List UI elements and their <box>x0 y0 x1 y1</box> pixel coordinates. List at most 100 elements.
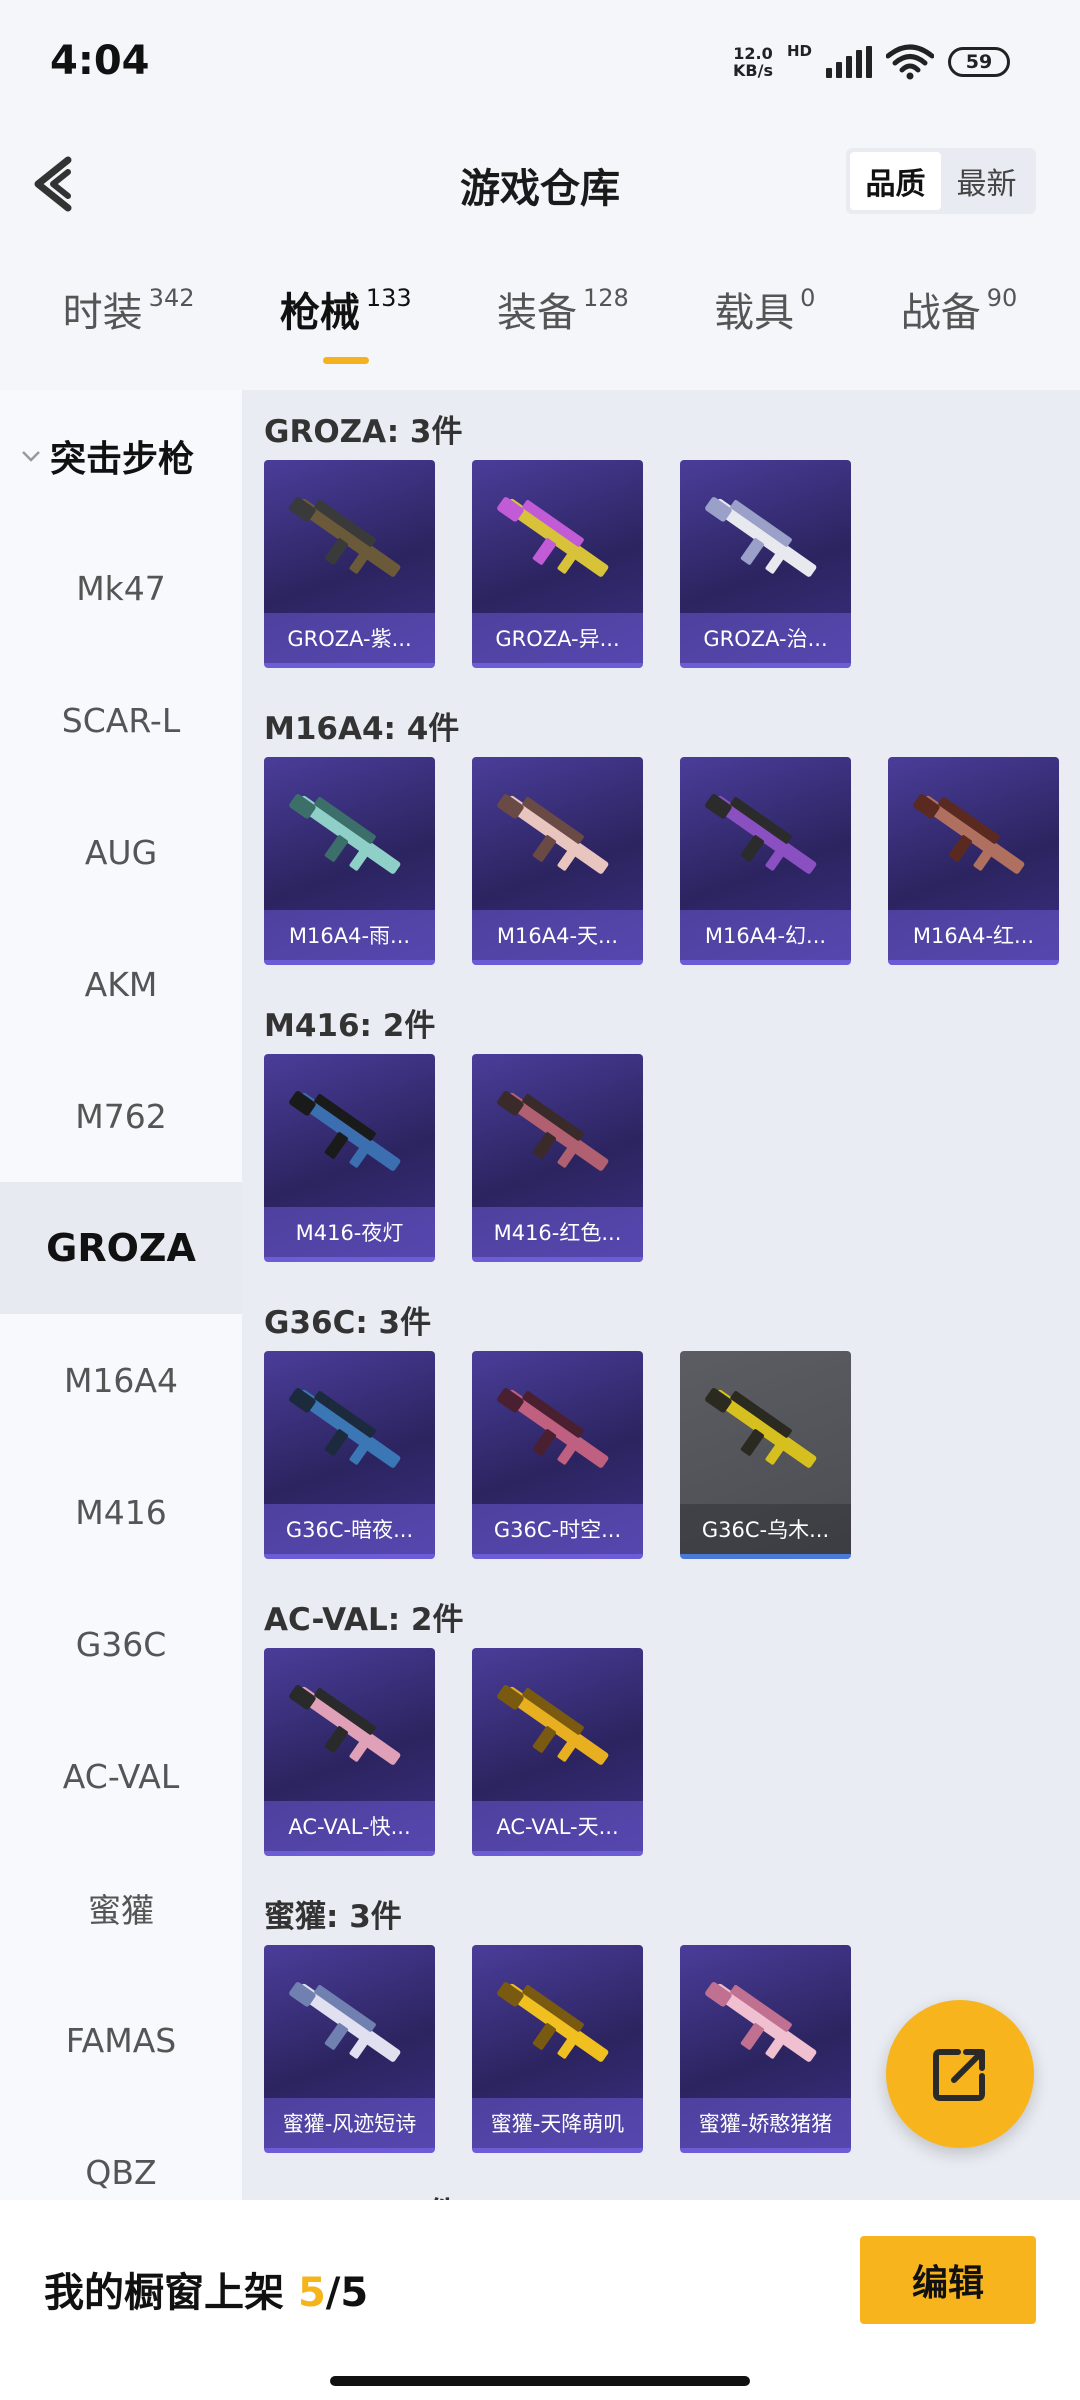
weapon-card-label: M16A4-幻... <box>680 910 851 960</box>
weapon-card-label: M416-红色... <box>472 1207 643 1257</box>
weapon-card[interactable]: G36C-乌木... <box>680 1351 851 1559</box>
bottom-bar: 我的橱窗上架 5/5 编辑 <box>0 2200 1080 2400</box>
battery-icon: 59 <box>948 47 1010 77</box>
tab-equipment[interactable]: 装备 128 <box>497 280 629 390</box>
status-icons: 12.0 KB/s HD 59 <box>733 42 1010 80</box>
tab-vehicles[interactable]: 载具 0 <box>714 280 815 390</box>
wifi-icon <box>886 44 934 80</box>
weapon-card-label: G36C-暗夜... <box>264 1504 435 1554</box>
chevron-down-icon <box>22 451 40 462</box>
section-title: M16A4: 4件 <box>264 711 460 747</box>
weapon-card[interactable]: M416-夜灯 <box>264 1054 435 1262</box>
section-title: FAMAS: 2件 <box>264 2172 1080 2200</box>
weapon-card[interactable]: GROZA-异... <box>472 460 643 668</box>
weapon-card-label: M416-夜灯 <box>264 1207 435 1257</box>
sidebar-item[interactable]: QBZ <box>0 2106 242 2200</box>
weapon-skin-image <box>289 1388 401 1468</box>
sort-newest-button[interactable]: 最新 <box>941 152 1032 210</box>
weapon-card[interactable]: G36C-时空... <box>472 1351 643 1559</box>
weapon-card[interactable]: GROZA-紫... <box>264 460 435 668</box>
sort-quality-button[interactable]: 品质 <box>850 152 941 210</box>
weapon-card-label: 蜜獾-天降萌叽 <box>472 2098 643 2148</box>
sidebar-item[interactable]: G36C <box>0 1578 242 1710</box>
weapon-card[interactable]: M16A4-幻... <box>680 757 851 965</box>
weapon-card-label: M16A4-雨... <box>264 910 435 960</box>
sidebar-item[interactable]: AC-VAL <box>0 1710 242 1842</box>
weapon-card[interactable]: M16A4-红... <box>888 757 1059 965</box>
share-icon <box>933 2049 985 2101</box>
section-title: M416: 2件 <box>264 1008 436 1044</box>
weapon-skin-image <box>289 1091 401 1171</box>
weapon-skin-image <box>497 1091 609 1171</box>
sidebar-item[interactable]: M762 <box>0 1050 242 1182</box>
section-title: AC-VAL: 2件 <box>264 1602 464 1638</box>
weapon-card-label: M16A4-红... <box>888 910 1059 960</box>
weapon-card-label: M16A4-天... <box>472 910 643 960</box>
weapon-skin-image <box>289 497 401 577</box>
weapon-card-label: GROZA-治... <box>680 613 851 663</box>
sidebar-item[interactable]: AKM <box>0 918 242 1050</box>
sidebar-item[interactable]: AUG <box>0 786 242 918</box>
sort-toggle: 品质 最新 <box>846 148 1036 214</box>
weapon-card[interactable]: GROZA-治... <box>680 460 851 668</box>
edit-button[interactable]: 编辑 <box>860 2236 1036 2324</box>
weapon-skin-image <box>289 1982 401 2062</box>
sidebar-group-assault-rifles[interactable]: 突击步枪 <box>0 390 242 522</box>
weapon-card-label: AC-VAL-天... <box>472 1801 643 1851</box>
weapon-sidebar: 突击步枪 Mk47 SCAR-L AUG AKM M762 GROZA M16A4 M416 G… <box>0 390 242 2200</box>
hd-icon: HD <box>786 42 812 60</box>
share-fab-button[interactable] <box>886 2000 1034 2148</box>
sidebar-item[interactable]: Mk47 <box>0 522 242 654</box>
section-title: 蜜獾: 3件 <box>264 1899 402 1935</box>
sidebar-item[interactable]: M16A4 <box>0 1314 242 1446</box>
weapon-card[interactable]: 蜜獾-天降萌叽 <box>472 1945 643 2153</box>
weapon-card[interactable]: 蜜獾-娇憨猪猪 <box>680 1945 851 2153</box>
sidebar-item[interactable]: 蜜獾 <box>0 1842 242 1974</box>
weapon-skin-image <box>497 497 609 577</box>
weapon-card-label: GROZA-异... <box>472 613 643 663</box>
card-row: G36C-暗夜... G36C-时空... G36C-乌木... <box>264 1351 1080 1578</box>
section-title: G36C: 3件 <box>264 1305 432 1341</box>
weapon-skin-image <box>289 1685 401 1765</box>
weapon-skin-image <box>705 497 817 577</box>
tab-active-indicator <box>322 357 369 364</box>
status-bar: 4:04 12.0 KB/s HD 59 <box>0 0 1080 130</box>
sidebar-item[interactable]: SCAR-L <box>0 654 242 786</box>
weapon-card[interactable]: 蜜獾-风迹短诗 <box>264 1945 435 2153</box>
sidebar-item[interactable]: FAMAS <box>0 1974 242 2106</box>
tab-guns[interactable]: 枪械 133 <box>280 280 412 390</box>
status-time: 4:04 <box>50 38 150 84</box>
weapon-card[interactable]: G36C-暗夜... <box>264 1351 435 1559</box>
weapon-skin-image <box>913 794 1025 874</box>
weapon-skin-image <box>705 1388 817 1468</box>
weapon-card[interactable]: AC-VAL-天... <box>472 1648 643 1856</box>
sidebar-item[interactable]: GROZA <box>0 1182 242 1314</box>
weapon-skin-image <box>497 1685 609 1765</box>
network-speed: 12.0 KB/s <box>733 44 773 80</box>
showcase-status: 我的橱窗上架 5/5 <box>44 2270 369 2316</box>
weapon-card-label: G36C-时空... <box>472 1504 643 1554</box>
weapon-skin-image <box>497 794 609 874</box>
weapon-skin-image <box>289 794 401 874</box>
card-row: M16A4-雨... M16A4-天... M16A4-幻... M16A4-红... <box>264 757 1080 984</box>
card-row: M416-夜灯 M416-红色... <box>264 1054 1080 1281</box>
signal-icon <box>826 46 872 78</box>
home-indicator[interactable] <box>330 2376 750 2386</box>
weapon-card[interactable]: AC-VAL-快... <box>264 1648 435 1856</box>
weapon-skin-image <box>705 1982 817 2062</box>
weapon-card-label: G36C-乌木... <box>680 1504 851 1554</box>
header: 游戏仓库 品质 最新 <box>0 130 1080 240</box>
weapon-skin-image <box>497 1388 609 1468</box>
tab-fashion[interactable]: 时装 342 <box>63 280 195 390</box>
weapon-card[interactable]: M416-红色... <box>472 1054 643 1262</box>
weapon-card-label: 蜜獾-娇憨猪猪 <box>680 2098 851 2148</box>
weapon-card-label: GROZA-紫... <box>264 613 435 663</box>
sidebar-item[interactable]: M416 <box>0 1446 242 1578</box>
weapon-card[interactable]: M16A4-天... <box>472 757 643 965</box>
tab-supplies[interactable]: 战备 90 <box>901 280 1018 390</box>
weapon-skin-image <box>497 1982 609 2062</box>
weapon-card-label: 蜜獾-风迹短诗 <box>264 2098 435 2148</box>
weapon-card[interactable]: M16A4-雨... <box>264 757 435 965</box>
weapon-skin-image <box>705 794 817 874</box>
category-tabs: 时装 342 枪械 133 装备 128 载具 0 战备 90 <box>0 280 1080 390</box>
